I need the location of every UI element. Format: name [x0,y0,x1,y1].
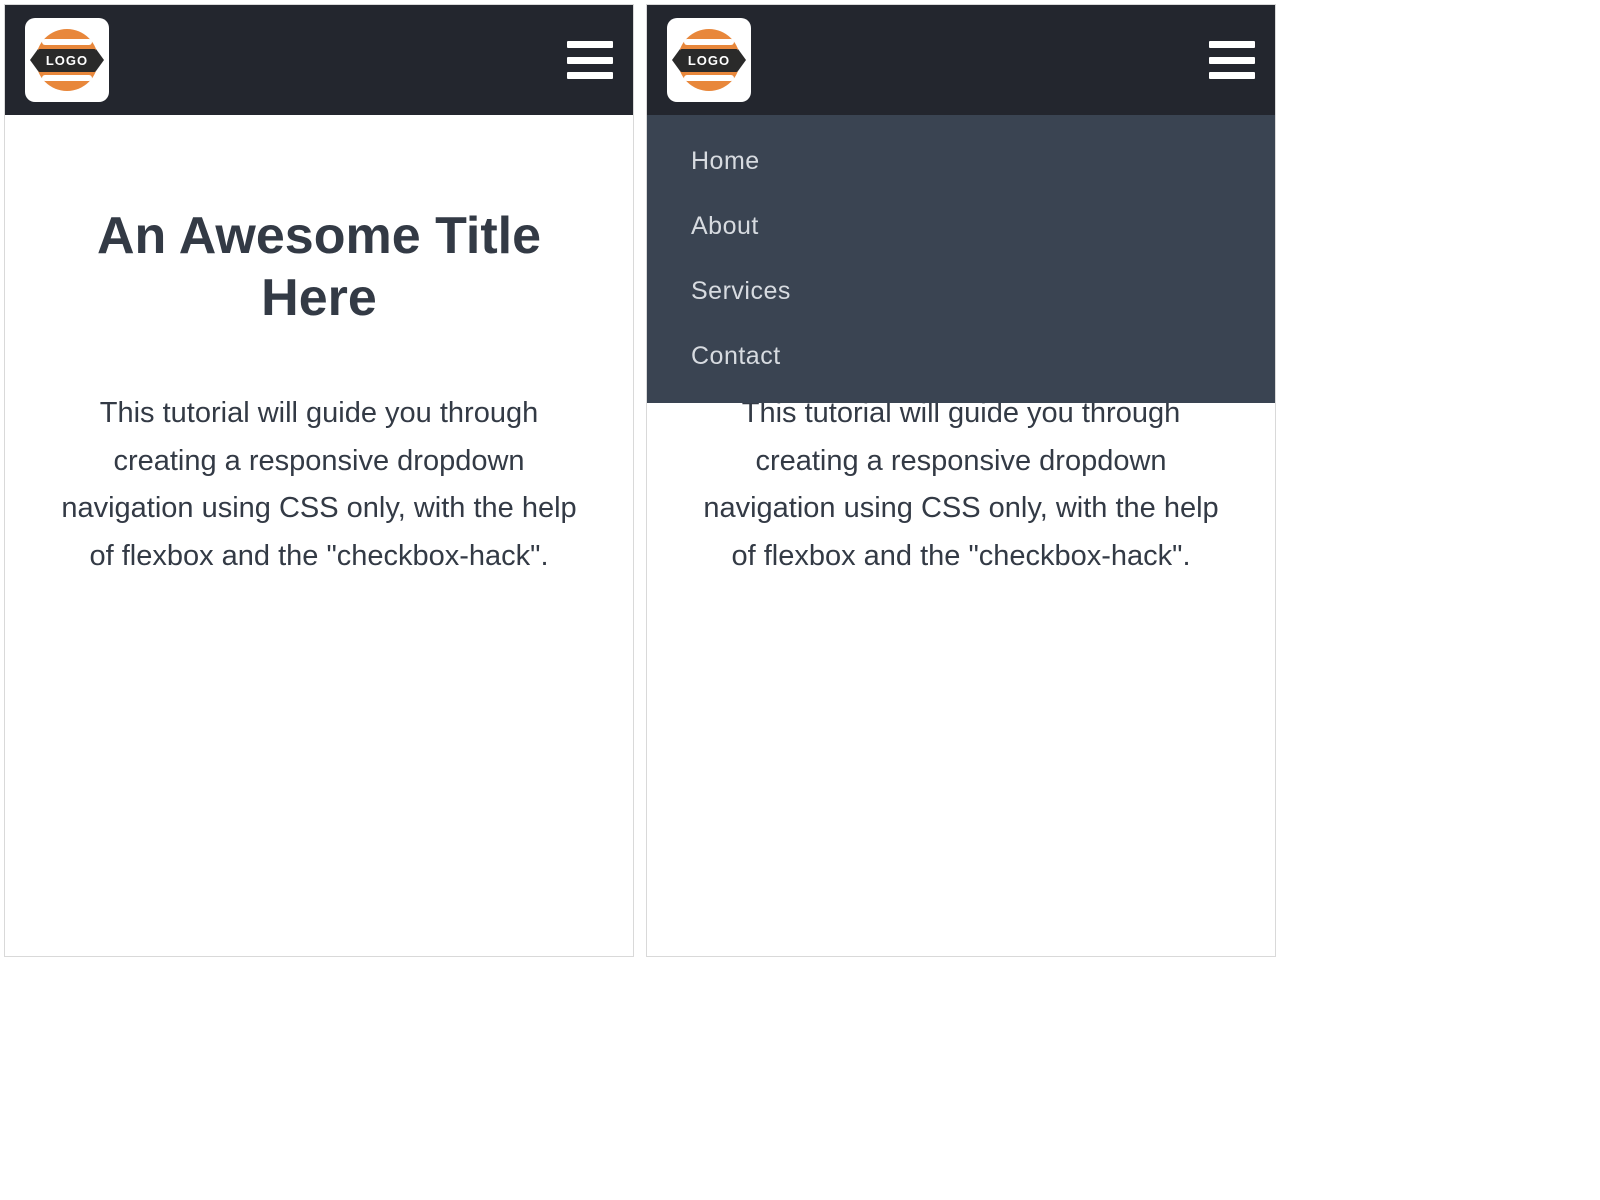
logo[interactable]: LOGO [25,18,109,102]
dropdown-menu: Home About Services Contact [647,115,1275,403]
hamburger-icon[interactable] [1209,41,1255,79]
frame-menu-open: LOGO Home About Services Contact An Awes… [646,4,1276,957]
navbar: LOGO [647,5,1275,115]
page-description: This tutorial will guide you through cre… [703,390,1219,581]
logo[interactable]: LOGO [667,18,751,102]
logo-text: LOGO [680,49,738,72]
menu-item-about[interactable]: About [647,194,1275,259]
menu-item-home[interactable]: Home [647,129,1275,194]
main-content: An Awesome Title Here This tutorial will… [5,115,633,581]
logo-circle-icon: LOGO [36,29,98,91]
logo-circle-icon: LOGO [678,29,740,91]
navbar: LOGO [5,5,633,115]
frame-menu-closed: LOGO An Awesome Title Here This tutorial… [4,4,634,957]
menu-item-contact[interactable]: Contact [647,324,1275,389]
page-title: An Awesome Title Here [61,205,577,330]
page-description: This tutorial will guide you through cre… [61,390,577,581]
menu-item-services[interactable]: Services [647,259,1275,324]
hamburger-icon[interactable] [567,41,613,79]
logo-text: LOGO [38,49,96,72]
